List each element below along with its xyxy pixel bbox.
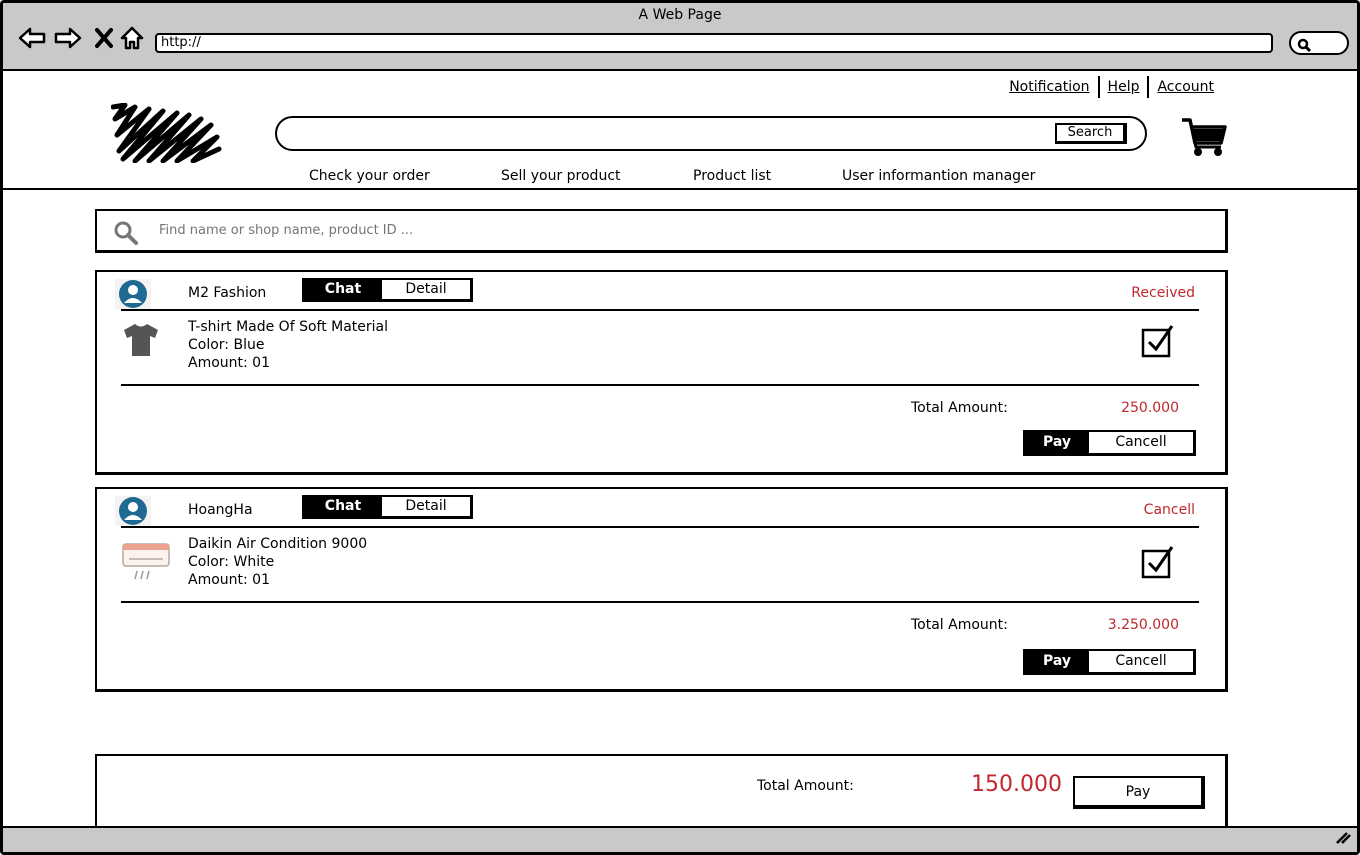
product-color: Color: White [188, 554, 275, 570]
menu-product-list[interactable]: Product list [693, 168, 771, 184]
pay-button[interactable]: Pay [1025, 651, 1089, 672]
cancel-button[interactable]: Cancell [1089, 651, 1193, 672]
product-name: Daikin Air Condition 9000 [188, 536, 368, 552]
browser-search-field[interactable] [1289, 31, 1349, 55]
notification-link[interactable]: Notification [1001, 76, 1097, 98]
browser-window: A Web Page http:// Notification Help Acc… [0, 0, 1360, 855]
shop-actions: Chat Detail [302, 495, 473, 519]
order-search-input[interactable] [159, 211, 1159, 250]
cart-icon[interactable] [1181, 117, 1227, 163]
total-value: 250.000 [1121, 400, 1179, 416]
divider [121, 309, 1199, 311]
menu-sell-product[interactable]: Sell your product [501, 168, 621, 184]
shop-actions: Chat Detail [302, 278, 473, 302]
product-amount: Amount: 01 [188, 572, 270, 588]
divider [121, 526, 1199, 528]
menu-check-order[interactable]: Check your order [309, 168, 430, 184]
home-icon[interactable] [117, 23, 147, 53]
window-title: A Web Page [638, 7, 722, 23]
back-icon[interactable] [17, 23, 47, 53]
chat-button[interactable]: Chat [304, 280, 382, 299]
chat-button[interactable]: Chat [304, 497, 382, 516]
avatar [115, 496, 151, 526]
avatar [115, 279, 151, 309]
resize-grip-icon[interactable] [1335, 829, 1351, 848]
forward-icon[interactable] [53, 23, 83, 53]
shop-name: HoangHa [188, 502, 253, 518]
product-amount: Amount: 01 [188, 355, 270, 371]
grand-total-label: Total Amount: [757, 778, 854, 794]
divider [121, 601, 1199, 603]
logo[interactable] [110, 102, 223, 167]
product-name: T-shirt Made Of Soft Material [188, 319, 389, 335]
search-icon [1297, 37, 1312, 56]
browser-status-bar [3, 826, 1357, 852]
header-divider [3, 188, 1357, 190]
order-actions: Pay Cancell [1023, 649, 1196, 675]
total-label: Total Amount: [911, 400, 1008, 416]
select-checkbox[interactable] [1141, 324, 1175, 362]
detail-button[interactable]: Detail [382, 280, 470, 299]
grand-total-value: 150.000 [971, 772, 1062, 797]
checkout-summary: Total Amount: 150.000 Pay [95, 754, 1228, 832]
order-actions: Pay Cancell [1023, 430, 1196, 456]
browser-chrome: A Web Page http:// [3, 3, 1357, 71]
menu-user-info-manager[interactable]: User informantion manager [842, 168, 1035, 184]
account-links: Notification Help Account [1001, 76, 1222, 98]
tshirt-icon [121, 322, 161, 362]
pay-all-button[interactable]: Pay [1073, 776, 1205, 809]
select-checkbox[interactable] [1141, 545, 1175, 583]
shop-name: M2 Fashion [188, 285, 267, 301]
main-search-field[interactable]: Search [275, 116, 1147, 151]
detail-button[interactable]: Detail [382, 497, 470, 516]
pay-button[interactable]: Pay [1025, 432, 1089, 453]
order-filter [95, 209, 1228, 253]
cancel-button[interactable]: Cancell [1089, 432, 1193, 453]
order-status: Received [1131, 285, 1195, 301]
stop-icon[interactable] [89, 23, 119, 53]
product-info: Daikin Air Condition 9000 Color: White A… [188, 535, 367, 589]
order-card: HoangHa Chat Detail Cancell Daikin Air C… [95, 487, 1228, 692]
account-link[interactable]: Account [1149, 76, 1222, 98]
search-icon [113, 220, 139, 250]
total-value: 3.250.000 [1107, 617, 1179, 633]
product-color: Color: Blue [188, 337, 265, 353]
product-info: T-shirt Made Of Soft Material Color: Blu… [188, 318, 388, 372]
order-status: Cancell [1143, 502, 1195, 518]
url-bar[interactable]: http:// [155, 33, 1273, 53]
total-label: Total Amount: [911, 617, 1008, 633]
air-conditioner-icon [121, 541, 171, 587]
search-button[interactable]: Search [1055, 123, 1127, 144]
order-card: M2 Fashion Chat Detail Received T-shirt … [95, 270, 1228, 475]
help-link[interactable]: Help [1100, 76, 1148, 98]
divider [121, 384, 1199, 386]
